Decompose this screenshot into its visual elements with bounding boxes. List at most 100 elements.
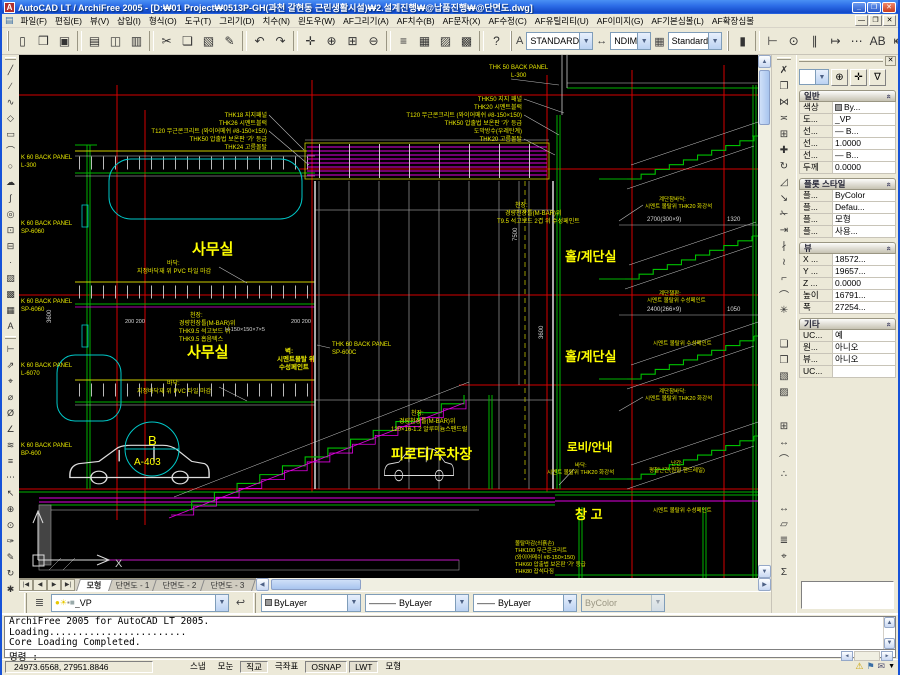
chevron-down-icon[interactable]: ▼ [579,33,592,49]
menu-AF유틸리티[interactable]: AF유틸리티(U) [531,14,593,28]
scroll-right-icon[interactable]: ▶ [881,651,893,661]
hatch-button[interactable]: ▨ [3,270,19,286]
menu-AF확장심볼[interactable]: AF확장심볼 [708,14,758,28]
property-value[interactable]: 모형 [833,214,895,225]
scroll-up-icon[interactable]: ▲ [758,55,771,68]
dim-quick-button[interactable]: ≋ [3,437,19,453]
dim-baseline-button[interactable]: ≡ [3,453,19,469]
chevron-down-icon[interactable]: ▼ [637,33,650,49]
toggle-LWT[interactable]: LWT [349,661,378,673]
text-style-icon[interactable]: A [515,32,524,51]
scale-button[interactable]: ◿ [774,174,794,190]
chamfer-button[interactable]: ⌐ [774,270,794,286]
color-combo[interactable]: ByLayer ▼ [261,594,361,612]
restore-icon[interactable]: ❐ [867,2,881,13]
polygon-button[interactable]: ◇ [3,110,19,126]
command-vscrollbar[interactable]: ▲ ▼ [883,617,895,649]
toolbar-grip[interactable] [727,31,729,51]
toolbar-grip[interactable] [510,31,512,51]
list-props-button[interactable]: ≣ [774,532,794,548]
property-value[interactable]: ByColor [833,190,895,201]
plot-style-button[interactable]: ▮ [732,31,753,52]
offset-button[interactable]: ≍ [774,110,794,126]
prev-tab-icon[interactable]: ◀ [33,579,47,591]
menu-AF치수[interactable]: AF치수(B) [393,14,439,28]
scroll-left-icon[interactable]: ◀ [841,651,853,661]
region-button[interactable]: ▩ [3,286,19,302]
layer-previous-icon[interactable]: ↩ [231,593,250,612]
scroll-right-icon[interactable]: ▶ [758,578,771,591]
menu-윈도우[interactable]: 윈도우(W) [294,14,339,28]
new-button[interactable]: ▯ [12,31,33,52]
break-button[interactable]: ≀ [774,254,794,270]
point-style-button[interactable]: ∴ [774,466,794,482]
draworder-back-button[interactable]: ❒ [774,352,794,368]
menu-형식[interactable]: 형식(O) [145,14,181,28]
scroll-up-icon[interactable]: ▲ [884,617,895,628]
status-tray-chevron-icon[interactable]: ▼ [888,663,895,670]
collapse-icon[interactable]: « [884,94,893,98]
insert-block-button[interactable]: ⊡ [3,222,19,238]
dim-offset-button[interactable]: ∥ [804,31,825,52]
paste-button[interactable]: ▧ [198,31,219,52]
text-fit-button[interactable]: ⇤ [888,31,898,52]
menu-AF수정[interactable]: AF수정(C) [484,14,530,28]
properties-button[interactable]: ≡ [393,31,414,52]
menu-AF이미지[interactable]: AF이미지(G) [593,14,648,28]
plot-button[interactable]: ▤ [84,31,105,52]
copy-button[interactable]: ❏ [177,31,198,52]
layer-combo[interactable]: ● ☀ ▪ ■ _VP ▼ [51,594,229,612]
last-tab-icon[interactable]: ▶| [61,579,75,591]
toggle-모형[interactable]: 모형 [380,661,406,673]
toolbar-grip[interactable] [24,593,27,613]
canvas-hscrollbar[interactable]: ◀ ▶ [256,578,771,591]
menu-편집[interactable]: 편집(E) [51,14,86,28]
plot-preview-button[interactable]: ◫ [105,31,126,52]
dim-linear-button[interactable]: ⊢ [762,31,783,52]
pan-button[interactable]: ✛ [300,31,321,52]
extend-button[interactable]: ⇥ [774,222,794,238]
fillet-button[interactable]: ⌒ [774,286,794,302]
dim-diameter-button[interactable]: Ø [3,405,19,421]
canvas-vscrollbar[interactable]: ▲ ▼ [758,55,771,578]
layer-manager-icon[interactable]: ≣ [30,593,49,612]
dim-update-button[interactable]: ↻ [3,565,19,581]
toolbar-grip[interactable] [777,57,791,60]
ellipse-button[interactable]: ◎ [3,206,19,222]
table-button[interactable]: ▦ [3,302,19,318]
designcenter-button[interactable]: ▦ [414,31,435,52]
toggle-pickadd-button[interactable]: ⊕ [831,69,848,86]
vscroll-thumb[interactable] [759,70,770,125]
collapse-icon[interactable]: « [884,246,893,250]
toggle-스냅[interactable]: 스냅 [185,661,211,673]
close-icon[interactable]: ✕ [882,2,896,13]
toolbar-grip[interactable] [5,57,16,60]
scroll-left-icon[interactable]: ◀ [256,578,269,591]
mass-props-button[interactable]: Σ [774,564,794,580]
dim-text-edit-button[interactable]: ✎ [3,549,19,565]
dim-edit-button[interactable]: ✑ [3,533,19,549]
tolerance-button[interactable]: ⊕ [3,501,19,517]
sheetset-manager-button[interactable]: ▨ [435,31,456,52]
arc-button[interactable]: ⌒ [3,142,19,158]
doc-minimize-icon[interactable]: — [855,15,868,26]
table-style-icon[interactable]: ▦ [653,32,665,51]
move-button[interactable]: ✚ [774,142,794,158]
dim-continue-button[interactable]: ⋯ [3,469,19,485]
dim-style-icon[interactable]: ↔ [595,32,608,51]
match-properties-button[interactable]: ✎ [219,31,240,52]
collapse-icon[interactable]: « [884,182,893,186]
menu-삽입[interactable]: 삽입(I) [113,14,145,28]
measure-button[interactable]: ↔ [774,434,794,450]
property-value[interactable] [833,366,895,377]
quick-select-button[interactable]: ∇ [869,69,886,86]
toggle-극좌표[interactable]: 극좌표 [270,661,303,673]
dim-ordinate-button[interactable]: ⌖ [3,373,19,389]
collapse-icon[interactable]: « [884,322,893,326]
doc-close-icon[interactable]: ✕ [883,15,896,26]
property-value[interactable]: By... [833,102,895,113]
toolbar-grip[interactable] [253,593,256,613]
property-value[interactable]: 16791... [833,290,895,301]
array-button[interactable]: ⊞ [774,126,794,142]
scroll-down-icon[interactable]: ▼ [758,565,771,578]
